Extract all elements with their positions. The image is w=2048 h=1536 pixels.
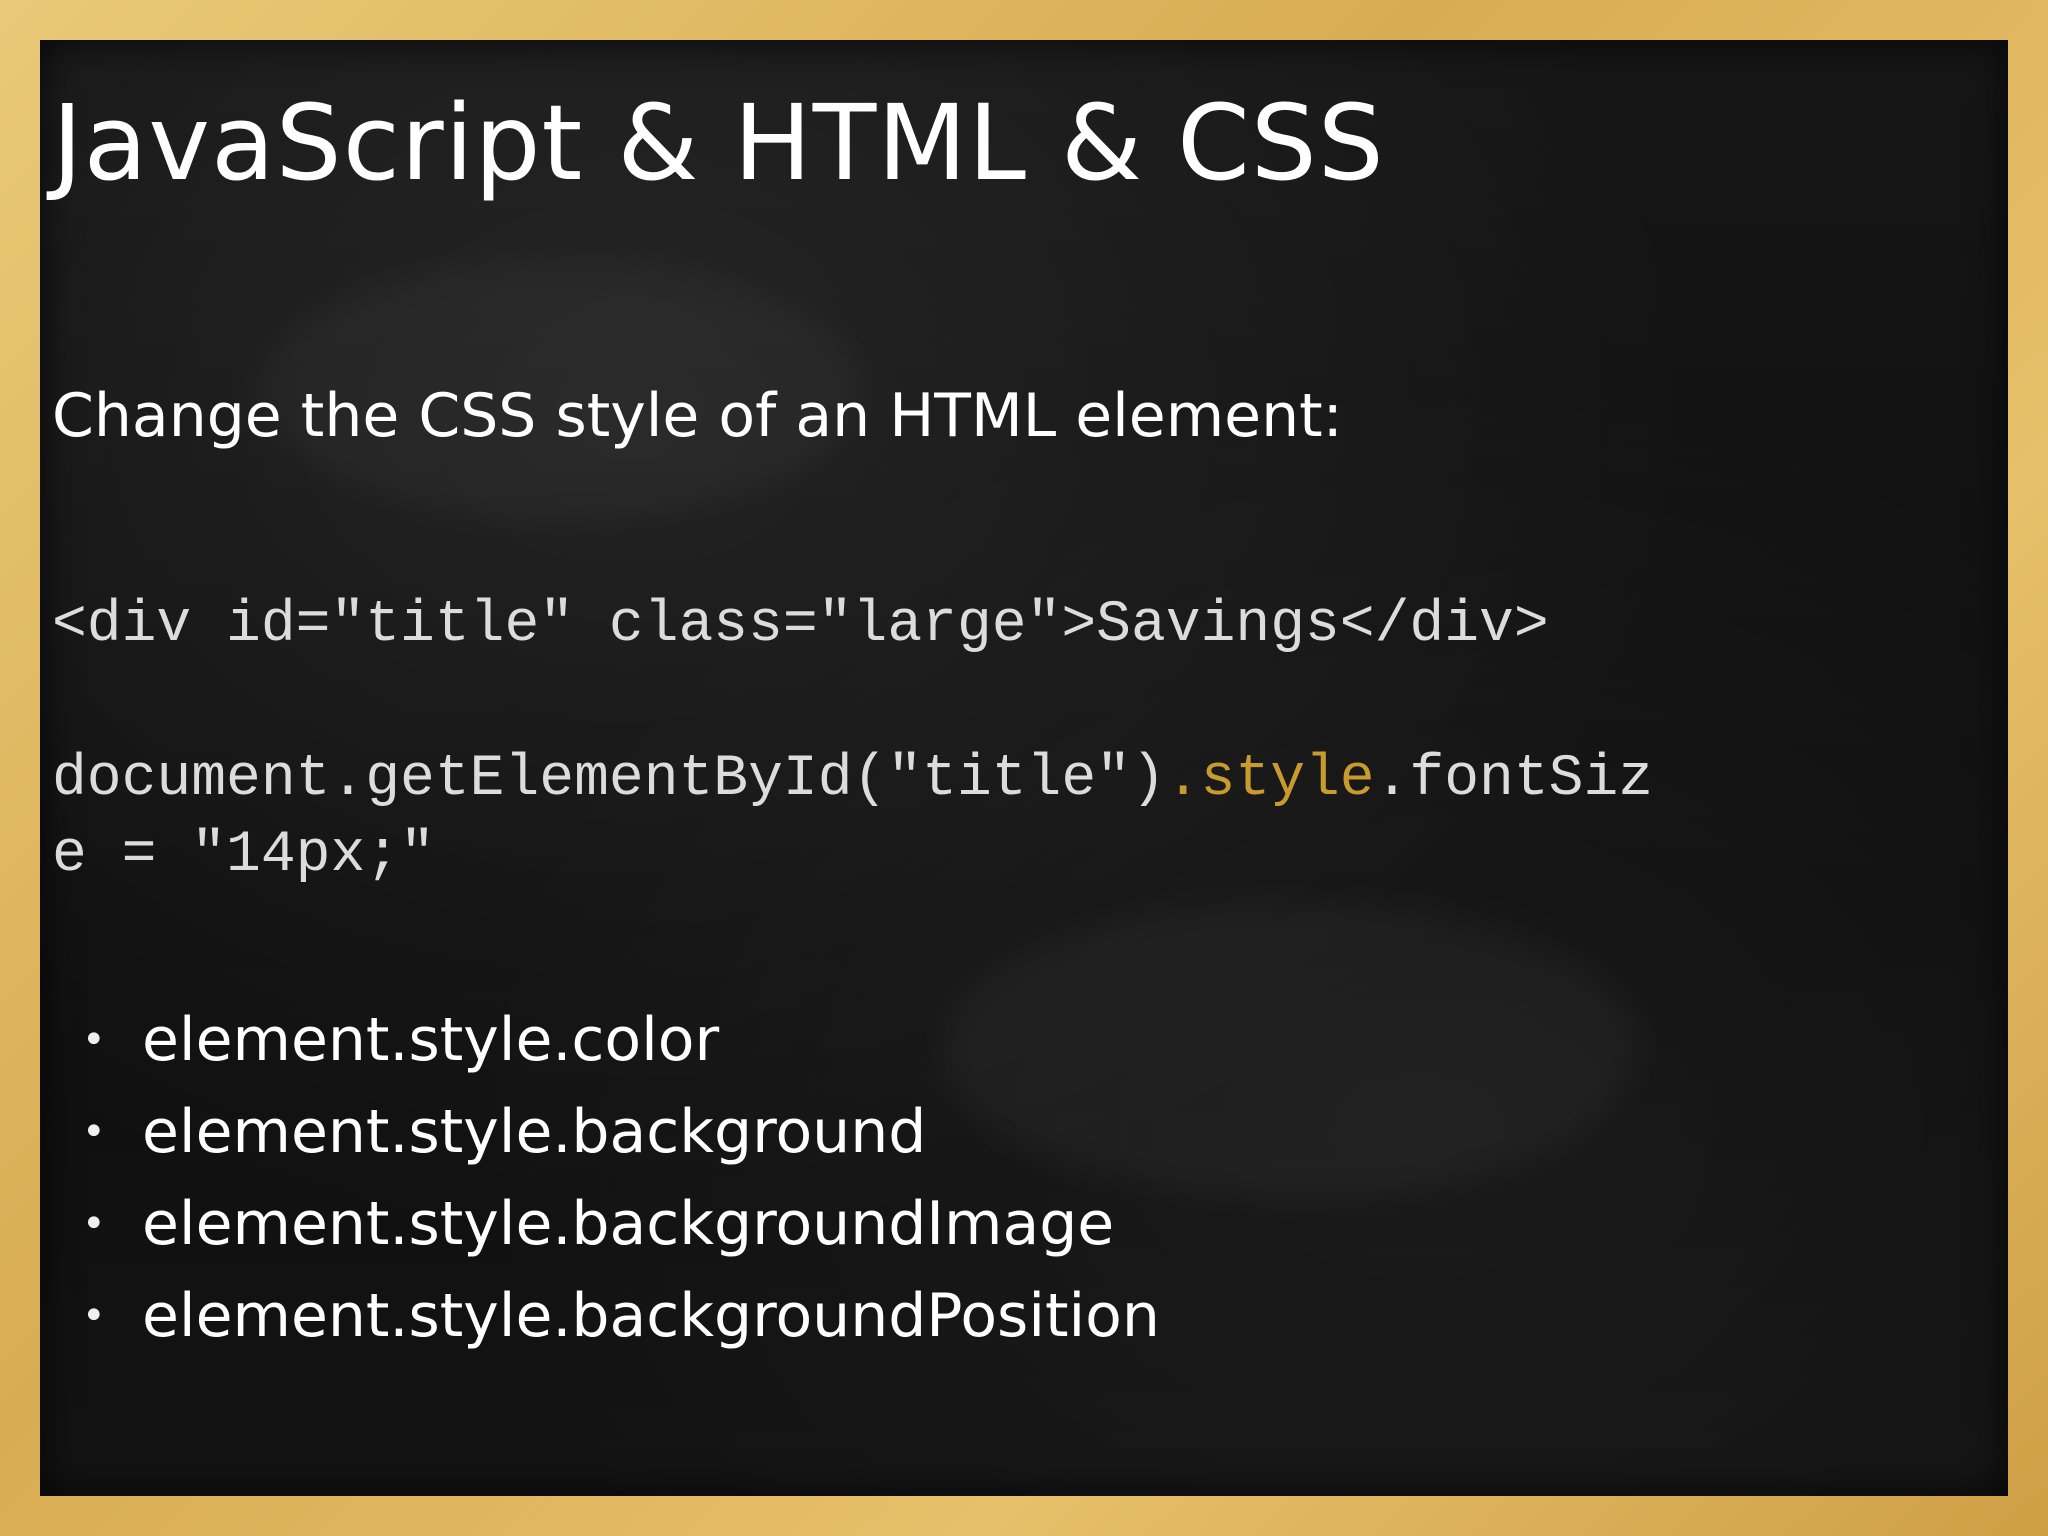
chalkboard-surface: JavaScript & HTML & CSS Change the CSS s… xyxy=(40,40,2008,1496)
list-item: • element.style.backgroundPosition xyxy=(52,1270,1160,1362)
slide-title: JavaScript & HTML & CSS xyxy=(52,82,1385,204)
list-item-text: element.style.color xyxy=(142,1005,720,1075)
list-item: • element.style.backgroundImage xyxy=(52,1178,1160,1270)
js-code-document-call: document.getElementById("title") xyxy=(52,747,1166,812)
bullet-icon: • xyxy=(82,1017,106,1063)
bullet-icon: • xyxy=(82,1109,106,1155)
slide-subtitle: Change the CSS style of an HTML element: xyxy=(52,381,1343,451)
style-property-list: • element.style.color • element.style.back… xyxy=(52,994,1160,1362)
js-code-style-highlight: .style xyxy=(1165,747,1375,812)
bullet-icon: • xyxy=(82,1201,106,1247)
js-code-line-two: e = "14px;" xyxy=(52,823,435,888)
list-item-text: element.style.background xyxy=(142,1097,927,1167)
html-code-snippet: <div id="title" class="large">Savings</d… xyxy=(52,593,1549,658)
list-item: • element.style.background xyxy=(52,1086,1160,1178)
bullet-icon: • xyxy=(82,1293,106,1339)
list-item-text: element.style.backgroundImage xyxy=(142,1189,1115,1259)
js-code-snippet: document.getElementById("title").style.f… xyxy=(52,742,1653,894)
list-item: • element.style.color xyxy=(52,994,1160,1086)
list-item-text: element.style.backgroundPosition xyxy=(142,1281,1160,1351)
chalkboard-frame: JavaScript & HTML & CSS Change the CSS s… xyxy=(0,0,2048,1536)
js-code-fontsize-part: .fontSiz xyxy=(1374,747,1654,812)
